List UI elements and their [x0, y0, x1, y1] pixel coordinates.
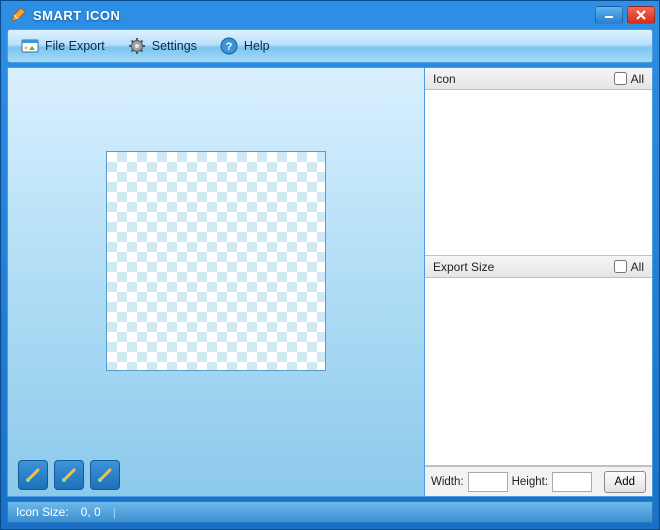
status-label: Icon Size: — [16, 505, 69, 519]
gear-icon — [127, 36, 147, 56]
export-panel: Export Size All Width: Height: Add — [425, 256, 652, 496]
help-button[interactable]: ? Help — [213, 34, 276, 58]
app-window: SMART ICON File Export Settings ? — [0, 0, 660, 530]
export-all-label: All — [631, 260, 644, 274]
canvas-panel — [7, 67, 425, 497]
icon-all-label: All — [631, 72, 644, 86]
height-label: Height: — [512, 476, 548, 488]
width-input[interactable] — [468, 472, 508, 492]
icon-panel-title: Icon — [433, 72, 456, 86]
canvas-center — [8, 68, 424, 454]
settings-button[interactable]: Settings — [121, 34, 203, 58]
window-controls — [595, 6, 655, 24]
close-button[interactable] — [627, 6, 655, 24]
minimize-button[interactable] — [595, 6, 623, 24]
export-panel-title: Export Size — [433, 260, 494, 274]
icon-panel-header: Icon All — [425, 68, 652, 90]
status-separator: | — [113, 505, 116, 519]
height-input[interactable] — [552, 472, 592, 492]
add-button[interactable]: Add — [604, 471, 646, 493]
icon-canvas[interactable] — [106, 151, 326, 371]
export-all-checkbox[interactable] — [614, 260, 627, 273]
titlebar[interactable]: SMART ICON — [1, 1, 659, 29]
status-value: 0, 0 — [81, 505, 101, 519]
image-export-icon — [20, 36, 40, 56]
svg-text:?: ? — [226, 41, 233, 53]
add-size-row: Width: Height: Add — [425, 466, 652, 496]
icon-panel: Icon All — [425, 68, 652, 256]
statusbar: Icon Size: 0, 0 | — [7, 501, 653, 523]
file-export-button[interactable]: File Export — [14, 34, 111, 58]
tool-button-2[interactable] — [54, 460, 84, 490]
tool-button-1[interactable] — [18, 460, 48, 490]
icon-list[interactable] — [425, 90, 652, 256]
help-icon: ? — [219, 36, 239, 56]
help-label: Help — [244, 39, 270, 53]
tool-button-3[interactable] — [90, 460, 120, 490]
pencil-icon — [9, 6, 27, 24]
export-size-list[interactable] — [425, 278, 652, 466]
side-panels: Icon All Export Size All Width: — [425, 67, 653, 497]
file-export-label: File Export — [45, 39, 105, 53]
icon-all-checkbox[interactable] — [614, 72, 627, 85]
settings-label: Settings — [152, 39, 197, 53]
app-title: SMART ICON — [33, 8, 595, 23]
client-area: Icon All Export Size All Width: — [7, 67, 653, 497]
export-panel-header: Export Size All — [425, 256, 652, 278]
tool-row — [8, 454, 424, 496]
width-label: Width: — [431, 476, 464, 488]
toolbar: File Export Settings ? Help — [7, 29, 653, 63]
